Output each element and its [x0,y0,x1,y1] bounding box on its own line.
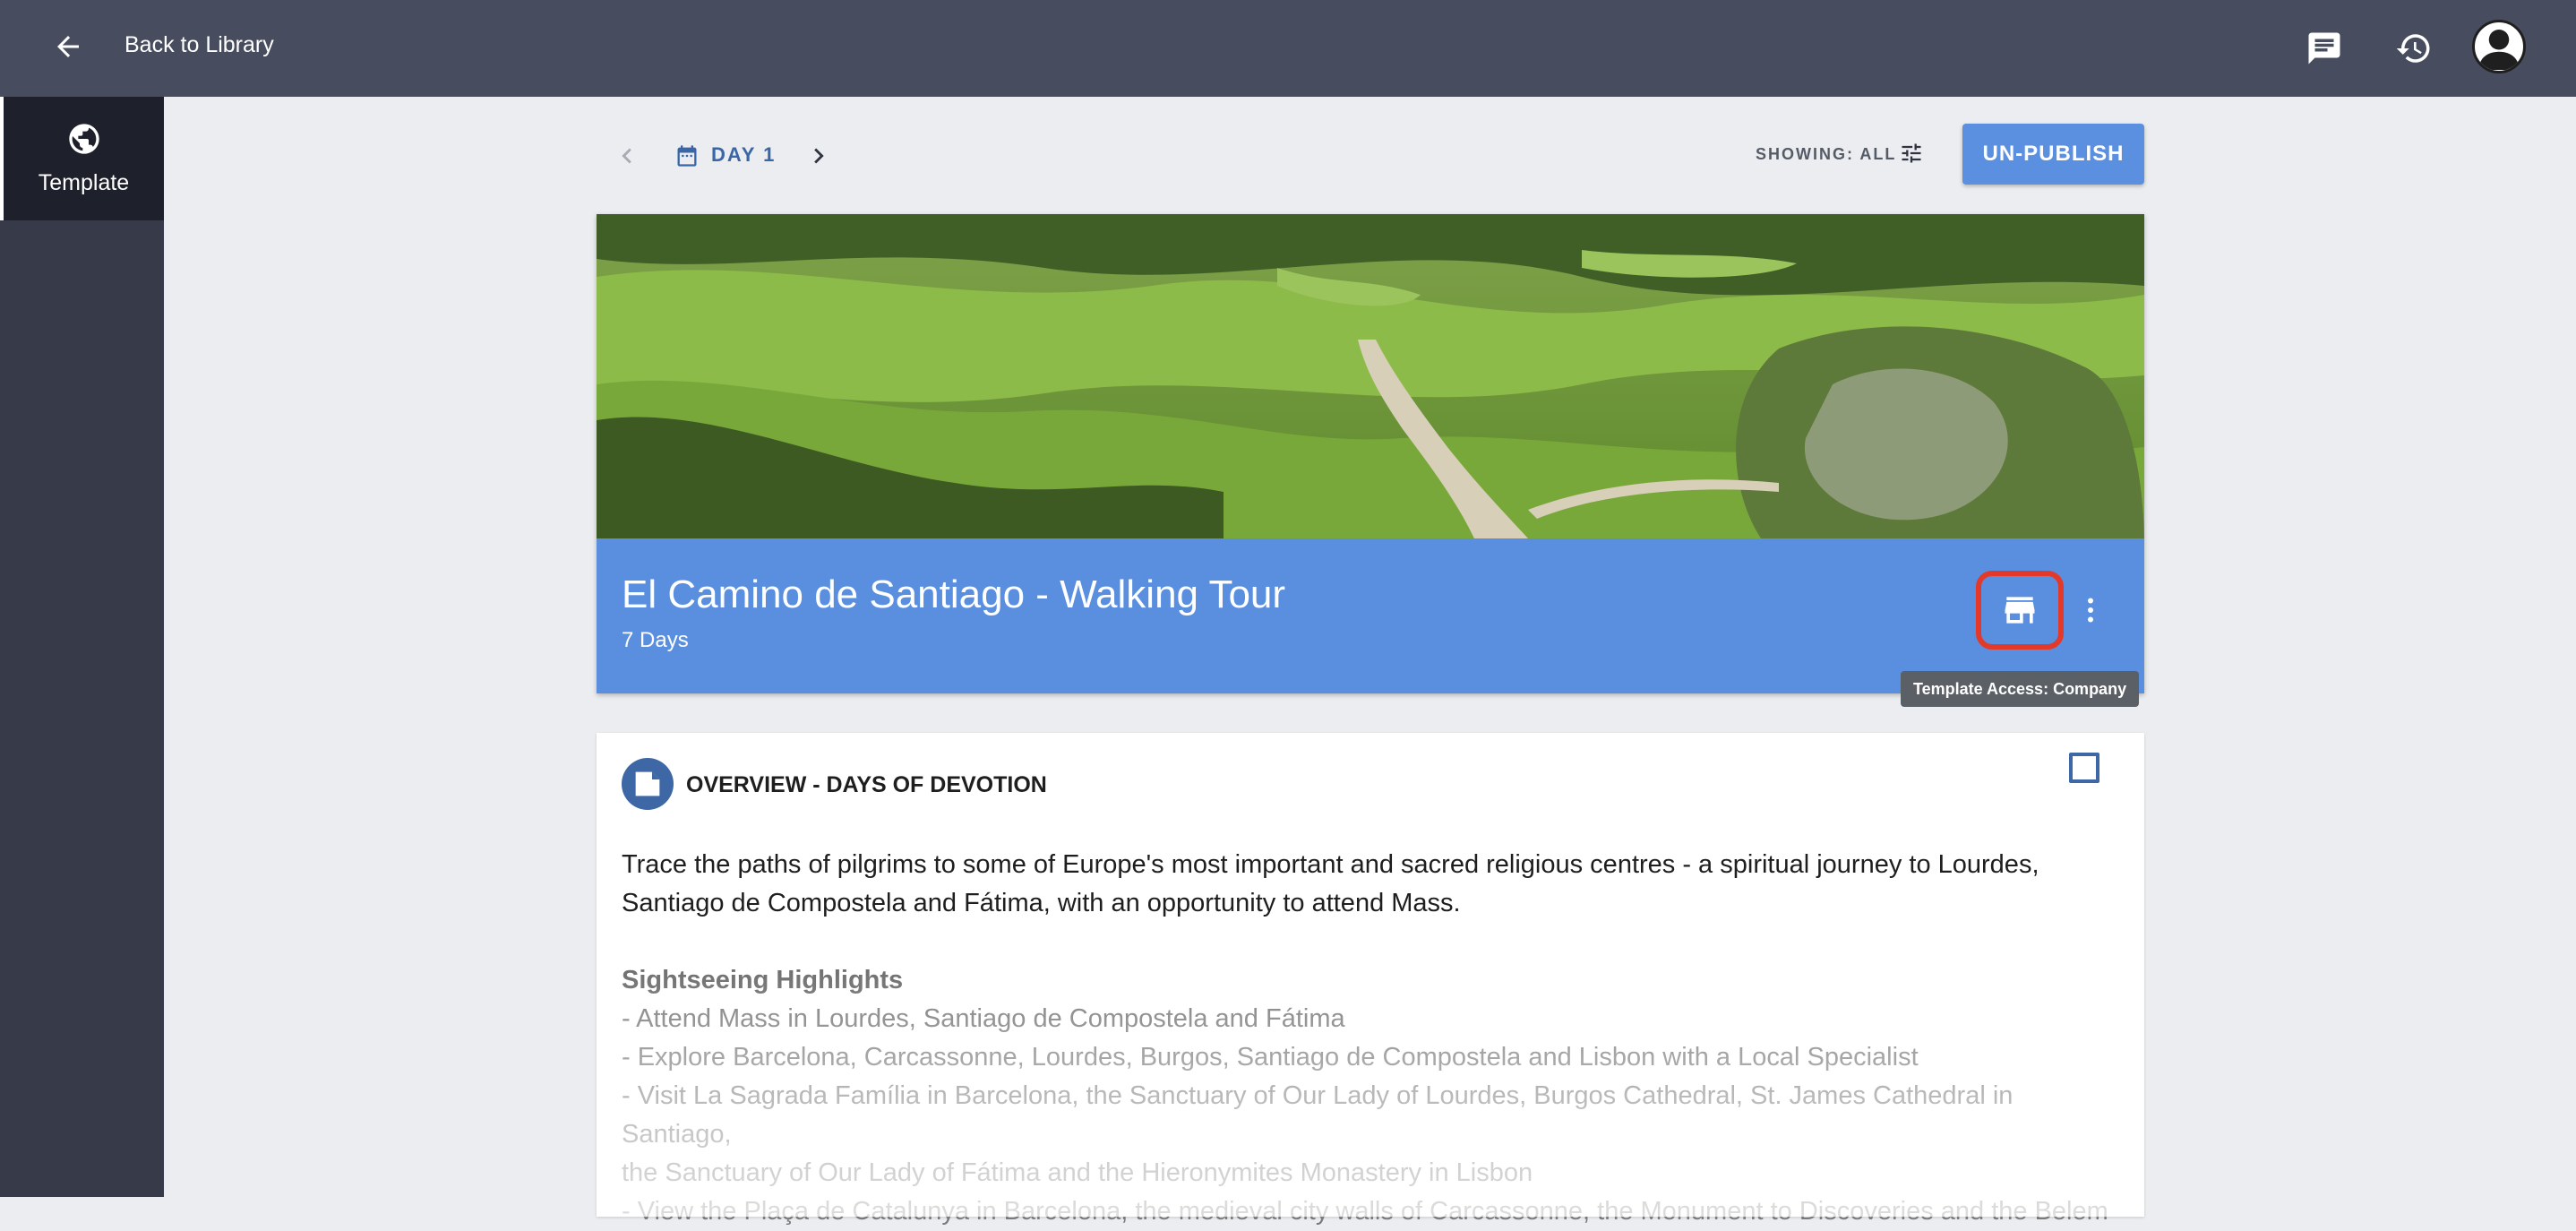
sidebar-item-template[interactable]: Template [0,97,164,220]
showing-filter-label: SHOWING: ALL [1756,145,1897,163]
template-access-tooltip: Template Access: Company [1901,671,2140,707]
highlight-item: - View the Plaça de Catalunya in Barcelo… [622,1197,2108,1226]
hero-landscape-image [597,214,2144,538]
globe-icon [66,121,102,161]
more-vert-icon[interactable] [2073,585,2108,635]
previous-day-chevron-icon[interactable] [611,140,643,172]
sidebar-item-label: Template [38,170,130,195]
overview-card: OVERVIEW - DAYS OF DEVOTION Trace the pa… [597,733,2144,1226]
overview-title: OVERVIEW - DAYS OF DEVOTION [686,772,1047,797]
trip-hero-card: El Camino de Santiago - Walking Tour 7 D… [597,214,2144,693]
unpublish-button[interactable]: UN-PUBLISH [1962,124,2144,185]
chat-icon[interactable] [2299,23,2349,73]
overview-intro-line: Santiago de Compostela and Fátima, with … [622,889,1461,917]
highlight-item: - Visit La Sagrada Família in Barcelona,… [622,1081,2014,1149]
trip-title: El Camino de Santiago - Walking Tour [622,572,1286,616]
trip-duration: 7 Days [622,628,689,652]
overview-intro-line: Trace the paths of pilgrims to some of E… [622,850,2039,879]
history-icon[interactable] [2389,23,2439,73]
overview-checkbox[interactable] [2069,753,2099,783]
highlight-item: the Sanctuary of Our Lady of Fátima and … [622,1158,1533,1187]
note-icon [622,758,674,810]
top-bar: Back to Library [0,0,2576,97]
overview-body: Trace the paths of pilgrims to some of E… [622,846,2126,1231]
back-arrow-icon[interactable] [47,25,90,68]
day-selector[interactable]: DAY 1 [711,143,776,167]
account-avatar-icon[interactable] [2472,20,2526,73]
next-day-chevron-icon[interactable] [803,140,835,172]
highlight-item: - Explore Barcelona, Carcassonne, Lourde… [622,1043,1919,1072]
template-access-store-icon[interactable] [1976,571,2064,650]
calendar-icon [672,141,702,171]
filter-sliders-icon[interactable] [1897,139,1926,168]
sidebar: Template [0,97,164,1197]
highlights-heading: Sightseeing Highlights [622,966,904,994]
back-to-library-link[interactable]: Back to Library [125,32,274,58]
highlight-item: - Attend Mass in Lourdes, Santiago de Co… [622,1004,1345,1033]
